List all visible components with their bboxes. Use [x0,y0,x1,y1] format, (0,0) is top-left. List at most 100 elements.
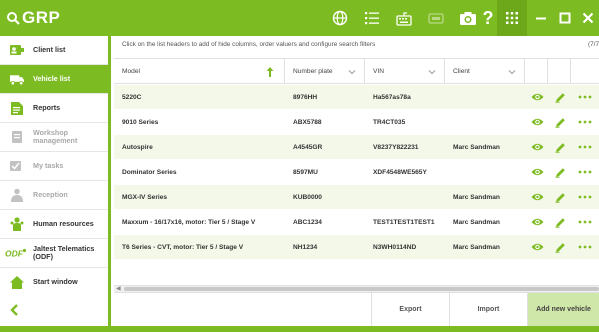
add-new-vehicle-button[interactable]: Add new vehicle [527,293,599,326]
more-dots-icon[interactable] [574,235,596,259]
cell-model: Maxxum - 16/17x16, motor: Tier 5 / Stage… [122,218,256,226]
view-eye-icon[interactable] [526,185,548,209]
view-eye-icon[interactable] [526,135,548,159]
cell-model: 9010 Series [122,118,159,126]
column-header-action-edit [548,59,571,84]
globe-icon[interactable] [330,8,350,28]
card-reader-icon[interactable] [426,8,446,28]
sidebar-item-start-window[interactable]: Start window [0,268,108,296]
column-header-vin[interactable]: VIN [365,59,445,84]
camera-icon[interactable] [458,8,478,28]
footer-actions: Export Import Add new vehicle [114,292,599,326]
cell-number-plate: A4545GR [293,143,323,151]
more-dots-icon[interactable] [574,135,596,159]
sidebar-item-label: Human resources [33,218,94,228]
column-header-number-plate[interactable]: Number plate [285,59,365,84]
cell-number-plate: 8597MU [293,168,318,176]
list-icon[interactable] [362,8,382,28]
cell-number-plate: KUB0000 [293,193,322,201]
cell-model: 5220C [122,93,142,101]
close-icon[interactable] [576,0,599,36]
bottom-strip [0,326,599,332]
minimize-icon[interactable] [529,0,553,36]
cell-number-plate: ABC1234 [293,218,322,226]
cell-model: MGX-IV Series [122,193,168,201]
edit-pencil-icon[interactable] [549,135,571,159]
sidebar-item-client-list[interactable]: Client list [0,36,108,64]
vehicle-icon [10,72,24,86]
more-dots-icon[interactable] [574,210,596,234]
sidebar-item-human-resources[interactable]: Human resources [0,210,108,238]
view-eye-icon[interactable] [526,160,548,184]
cell-client: Marc Sandman [453,218,500,226]
cell-model: Dominator Series [122,168,177,176]
cell-number-plate: NH1234 [293,243,318,251]
cell-vin: XDF4548WE565Y [373,168,427,176]
scroll-left-icon[interactable]: ◀ [116,285,121,292]
chevron-down-icon [508,70,516,75]
column-header-action-view [525,59,548,84]
edit-pencil-icon[interactable] [549,110,571,134]
column-label: Client [453,68,470,75]
edit-pencil-icon[interactable] [549,85,571,109]
table-row[interactable]: 5220C 8976HH Ha567as78a [114,85,599,109]
search-icon [7,12,20,25]
table-row[interactable]: MGX-IV Series KUB0000 Marc Sandman [114,185,599,209]
sidebar-item-reports[interactable]: Reports [0,94,108,122]
maximize-icon[interactable] [553,0,577,36]
edit-pencil-icon[interactable] [549,160,571,184]
client-card-icon [10,43,24,57]
cell-client [453,160,525,184]
apps-grid-icon[interactable] [497,0,527,36]
cell-model: Autospire [122,143,153,151]
horizontal-scrollbar[interactable]: ◀ [114,285,599,292]
odf-icon: ODF [5,246,27,260]
cell-client [453,85,525,109]
keyboard-icon[interactable] [394,8,414,28]
column-label: Number plate [293,68,333,75]
chevron-down-icon [348,70,356,75]
sidebar-item-my-tasks: My tasks [0,152,108,180]
sidebar-item-label: Reception [33,189,68,199]
column-header-model[interactable]: Model [114,59,285,84]
view-eye-icon[interactable] [526,235,548,259]
cell-client: Marc Sandman [453,143,500,151]
sidebar-item-vehicle-list[interactable]: Vehicle list [0,65,108,93]
home-icon [10,275,24,289]
scrollbar-thumb[interactable] [124,287,599,291]
sidebar-item-jaltest-telematics[interactable]: ODF Jaltest Telematics (ODF) [0,239,108,267]
sidebar-item-label: Jaltest Telematics (ODF) [33,243,95,261]
table-row[interactable]: Maxxum - 16/17x16, motor: Tier 5 / Stage… [114,210,599,234]
view-eye-icon[interactable] [526,110,548,134]
edit-pencil-icon[interactable] [549,235,571,259]
column-header-client[interactable]: Client [445,59,525,84]
top-bar: GRP ? [0,0,599,36]
view-eye-icon[interactable] [526,210,548,234]
more-dots-icon[interactable] [574,110,596,134]
table-row[interactable]: Autospire A4545GR V8237Y822231 Marc Sandman [114,135,599,159]
table-row[interactable]: 9010 Series ABX5788 TR4CT035 [114,110,599,134]
help-icon[interactable]: ? [478,8,498,28]
export-button[interactable]: Export [371,293,449,326]
cell-vin: V8237Y822231 [373,143,419,151]
reports-icon [10,101,24,115]
back-arrow-icon[interactable] [4,300,24,320]
more-dots-icon[interactable] [574,185,596,209]
more-dots-icon[interactable] [574,160,596,184]
view-eye-icon[interactable] [526,85,548,109]
table-hint: Click on the list headers to add of hide… [122,41,376,48]
edit-pencil-icon[interactable] [549,185,571,209]
sidebar-item-label: Workshop management [33,127,78,145]
cell-vin: TEST1TEST1TEST1 [373,218,435,226]
more-dots-icon[interactable] [574,85,596,109]
import-button[interactable]: Import [449,293,527,326]
cell-client [453,110,525,134]
edit-pencil-icon[interactable] [549,210,571,234]
tasks-icon [10,159,24,173]
people-icon [10,217,24,231]
chevron-down-icon [428,70,436,75]
table-row[interactable]: Dominator Series 8597MU XDF4548WE565Y [114,160,599,184]
table-row[interactable]: T6 Series - CVT, motor: Tier 5 / Stage V… [114,235,599,259]
sidebar: Client list Vehicle list Reports Worksho… [0,36,111,326]
reception-icon [10,188,24,202]
